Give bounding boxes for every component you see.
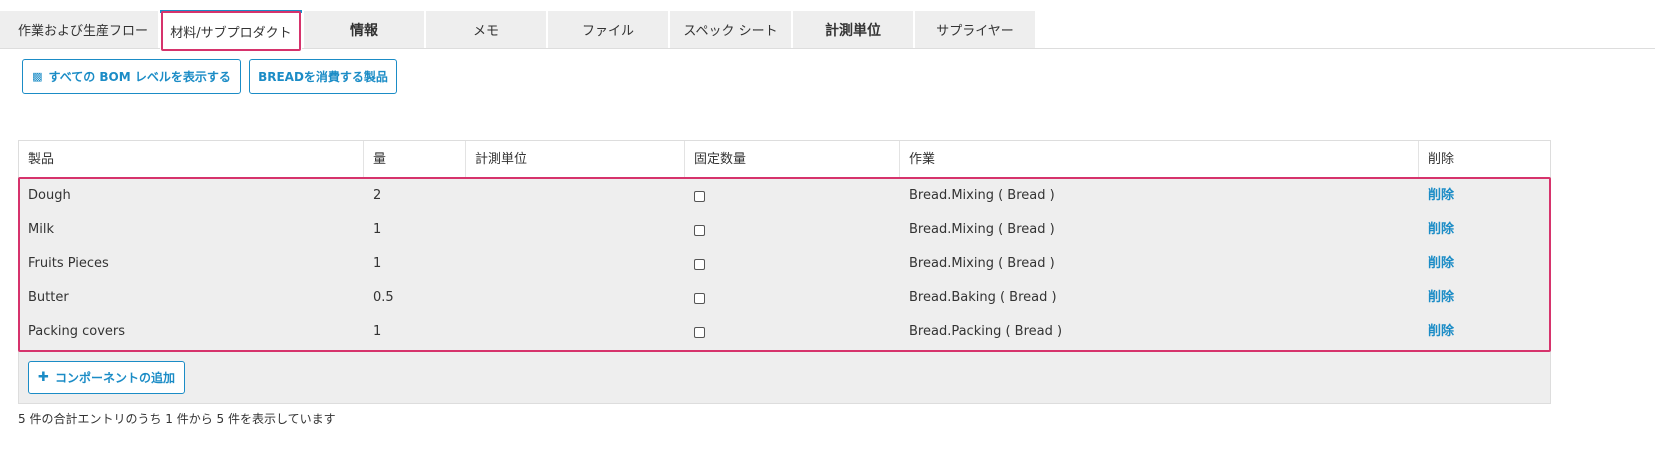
cell-unit [466,179,475,213]
fixed-quantity-checkbox[interactable] [694,327,705,338]
cell-product: Packing covers [28,324,126,339]
add-component-label: コンポーネントの追加 [54,371,175,385]
cell-product: Dough [28,188,71,203]
tab-suppliers[interactable]: サプライヤー [915,11,1035,48]
table-header: 製品 量 計測単位 固定数量 作業 削除 [19,141,1550,179]
cell-quantity: 1 [373,222,382,237]
show-all-bom-levels-label: すべての BOM レベルを表示する [48,70,231,84]
delete-link[interactable]: 削除 [1419,315,1454,349]
cell-operation: Bread.Mixing ( Bread ) [909,188,1055,203]
cell-operation: Bread.Packing ( Bread ) [909,324,1063,339]
entries-info: 5 件の合計エントリのうち 1 件から 5 件を表示しています [18,412,336,426]
cell-product: Milk [28,222,54,237]
cell-quantity: 0.5 [373,290,394,305]
cell-quantity: 2 [373,188,382,203]
header-fixed-quantity: 固定数量 [685,141,900,178]
cell-operation: Bread.Mixing ( Bread ) [909,222,1055,237]
delete-link[interactable]: 削除 [1419,247,1454,281]
delete-link[interactable]: 削除 [1419,213,1454,247]
add-component-button[interactable]: ✚ コンポーネントの追加 [28,361,185,394]
consuming-products-button[interactable]: BREADを消費する製品 [249,59,397,94]
tab-spec-sheet[interactable]: スペック シート [670,11,791,48]
tab-notes[interactable]: メモ [426,11,546,48]
cell-unit [466,281,475,315]
cell-operation: Bread.Baking ( Bread ) [909,290,1057,305]
tab-info[interactable]: 情報 [304,11,424,48]
table-row: Dough 2 Bread.Mixing ( Bread ) 削除 [19,179,1550,213]
tab-materials-subproducts[interactable]: 材料/サブプロダクト [160,10,302,50]
fixed-quantity-checkbox[interactable] [694,293,705,304]
table-row: Butter 0.5 Bread.Baking ( Bread ) 削除 [19,281,1550,315]
plus-icon: ✚ [38,370,49,385]
delete-link[interactable]: 削除 [1419,281,1454,315]
delete-link[interactable]: 削除 [1419,179,1454,213]
table-row: Milk 1 Bread.Mixing ( Bread ) 削除 [19,213,1550,247]
tab-files[interactable]: ファイル [548,11,668,48]
cell-quantity: 1 [373,256,382,271]
tab-units[interactable]: 計測単位 [793,11,913,48]
sitemap-icon: ▩ [32,70,43,83]
components-table: 製品 量 計測単位 固定数量 作業 削除 Dough 2 Bread.Mixin… [18,140,1551,404]
header-operation: 作業 [900,141,1419,178]
fixed-quantity-checkbox[interactable] [694,225,705,236]
header-product: 製品 [19,141,364,178]
show-all-bom-levels-button[interactable]: ▩ すべての BOM レベルを表示する [22,59,241,94]
cell-quantity: 1 [373,324,382,339]
header-quantity: 量 [364,141,466,178]
tab-bar: 作業および生産フロー 材料/サブプロダクト 情報 メモ ファイル スペック シー… [0,10,1655,50]
cell-unit [466,247,475,281]
cell-operation: Bread.Mixing ( Bread ) [909,256,1055,271]
header-unit: 計測単位 [466,141,685,178]
tab-operations-flow[interactable]: 作業および生産フロー [0,11,158,48]
table-row: Packing covers 1 Bread.Packing ( Bread )… [19,315,1550,349]
header-delete: 削除 [1428,152,1455,167]
cell-unit [466,315,475,349]
cell-unit [466,213,475,247]
consuming-products-label: BREADを消費する製品 [258,70,388,84]
cell-product: Fruits Pieces [28,256,109,271]
fixed-quantity-checkbox[interactable] [694,191,705,202]
table-row: Fruits Pieces 1 Bread.Mixing ( Bread ) 削… [19,247,1550,281]
cell-product: Butter [28,290,69,305]
fixed-quantity-checkbox[interactable] [694,259,705,270]
